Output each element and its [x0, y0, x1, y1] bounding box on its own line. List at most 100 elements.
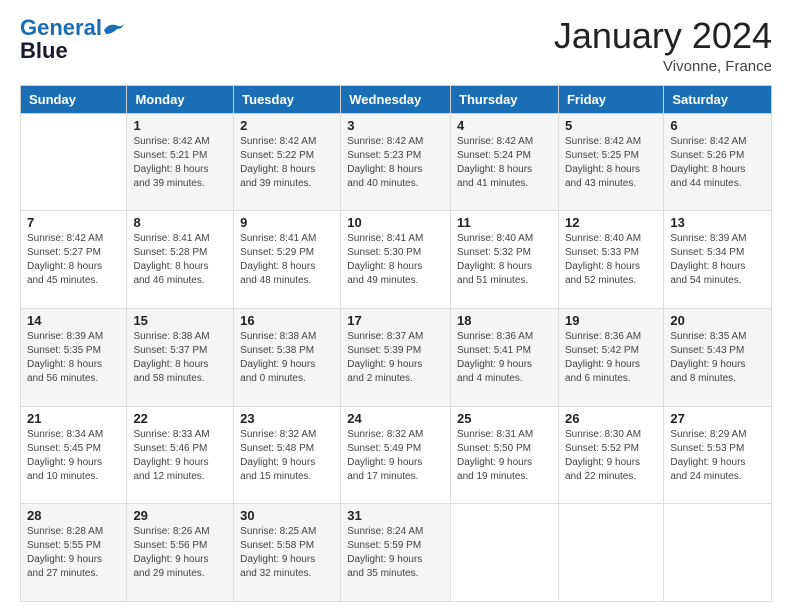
calendar-cell: 12 Sunrise: 8:40 AM Sunset: 5:33 PM Dayli… [558, 211, 663, 309]
week-row-5: 28 Sunrise: 8:28 AM Sunset: 5:55 PM Dayli… [21, 504, 772, 602]
weekday-header-thursday: Thursday [451, 85, 559, 113]
day-number: 20 [670, 313, 765, 328]
calendar-cell: 14 Sunrise: 8:39 AM Sunset: 5:35 PM Dayli… [21, 308, 127, 406]
page: General Blue January 2024 Vivonne, Franc… [0, 0, 792, 612]
calendar-cell: 3Sunrise: 8:42 AM Sunset: 5:23 PM Daylig… [341, 113, 451, 211]
day-number: 21 [27, 411, 120, 426]
day-number: 25 [457, 411, 552, 426]
calendar-cell: 1 Sunrise: 8:42 AM Sunset: 5:21 PM Daylig… [127, 113, 234, 211]
calendar-cell: 27 Sunrise: 8:29 AM Sunset: 5:53 PM Dayli… [664, 406, 772, 504]
calendar-cell: 8Sunrise: 8:41 AM Sunset: 5:28 PM Daylig… [127, 211, 234, 309]
calendar-cell [558, 504, 663, 602]
day-number: 31 [347, 508, 444, 523]
day-number: 24 [347, 411, 444, 426]
day-number: 1 [133, 118, 227, 133]
calendar-cell: 4 Sunrise: 8:42 AM Sunset: 5:24 PM Daylig… [451, 113, 559, 211]
day-info: Sunrise: 8:42 AM Sunset: 5:24 PM Dayligh… [457, 135, 552, 191]
weekday-header-tuesday: Tuesday [234, 85, 341, 113]
location: Vivonne, France [554, 58, 772, 75]
calendar-cell: 30 Sunrise: 8:25 AM Sunset: 5:58 PM Dayli… [234, 504, 341, 602]
day-info: Sunrise: 8:35 AM Sunset: 5:43 PM Dayligh… [670, 330, 765, 386]
day-number: 16 [240, 313, 334, 328]
day-number: 8 [133, 215, 227, 230]
day-info: Sunrise: 8:40 AM Sunset: 5:33 PM Dayligh… [565, 232, 657, 288]
day-number: 3 [347, 118, 444, 133]
day-info: Sunrise: 8:39 AM Sunset: 5:35 PM Dayligh… [27, 330, 120, 386]
day-info: Sunrise: 8:30 AM Sunset: 5:52 PM Dayligh… [565, 428, 657, 484]
calendar-cell: 16 Sunrise: 8:38 AM Sunset: 5:38 PM Dayli… [234, 308, 341, 406]
calendar-cell: 25 Sunrise: 8:31 AM Sunset: 5:50 PM Dayli… [451, 406, 559, 504]
day-info: Sunrise: 8:34 AM Sunset: 5:45 PM Dayligh… [27, 428, 120, 484]
calendar-cell: 10 Sunrise: 8:41 AM Sunset: 5:30 PM Dayli… [341, 211, 451, 309]
day-number: 22 [133, 411, 227, 426]
calendar-cell: 5Sunrise: 8:42 AM Sunset: 5:25 PM Daylig… [558, 113, 663, 211]
day-number: 23 [240, 411, 334, 426]
day-info: Sunrise: 8:38 AM Sunset: 5:37 PM Dayligh… [133, 330, 227, 386]
calendar-cell: 26 Sunrise: 8:30 AM Sunset: 5:52 PM Dayli… [558, 406, 663, 504]
day-number: 15 [133, 313, 227, 328]
weekday-header-sunday: Sunday [21, 85, 127, 113]
calendar-cell: 11Sunrise: 8:40 AM Sunset: 5:32 PM Dayli… [451, 211, 559, 309]
day-info: Sunrise: 8:24 AM Sunset: 5:59 PM Dayligh… [347, 525, 444, 581]
day-info: Sunrise: 8:37 AM Sunset: 5:39 PM Dayligh… [347, 330, 444, 386]
day-info: Sunrise: 8:42 AM Sunset: 5:22 PM Dayligh… [240, 135, 334, 191]
day-info: Sunrise: 8:38 AM Sunset: 5:38 PM Dayligh… [240, 330, 334, 386]
day-info: Sunrise: 8:26 AM Sunset: 5:56 PM Dayligh… [133, 525, 227, 581]
day-number: 2 [240, 118, 334, 133]
weekday-header-wednesday: Wednesday [341, 85, 451, 113]
calendar-cell: 19Sunrise: 8:36 AM Sunset: 5:42 PM Dayli… [558, 308, 663, 406]
weekday-header-saturday: Saturday [664, 85, 772, 113]
calendar-cell: 13 Sunrise: 8:39 AM Sunset: 5:34 PM Dayli… [664, 211, 772, 309]
day-info: Sunrise: 8:41 AM Sunset: 5:29 PM Dayligh… [240, 232, 334, 288]
day-info: Sunrise: 8:25 AM Sunset: 5:58 PM Dayligh… [240, 525, 334, 581]
weekday-header-row: SundayMondayTuesdayWednesdayThursdayFrid… [21, 85, 772, 113]
day-number: 4 [457, 118, 552, 133]
day-number: 10 [347, 215, 444, 230]
day-info: Sunrise: 8:36 AM Sunset: 5:42 PM Dayligh… [565, 330, 657, 386]
title-block: January 2024 Vivonne, France [554, 16, 772, 75]
day-info: Sunrise: 8:41 AM Sunset: 5:30 PM Dayligh… [347, 232, 444, 288]
day-info: Sunrise: 8:36 AM Sunset: 5:41 PM Dayligh… [457, 330, 552, 386]
calendar-cell: 9 Sunrise: 8:41 AM Sunset: 5:29 PM Daylig… [234, 211, 341, 309]
day-number: 11 [457, 215, 552, 230]
day-number: 14 [27, 313, 120, 328]
day-number: 17 [347, 313, 444, 328]
day-number: 9 [240, 215, 334, 230]
day-number: 27 [670, 411, 765, 426]
day-info: Sunrise: 8:42 AM Sunset: 5:26 PM Dayligh… [670, 135, 765, 191]
day-info: Sunrise: 8:28 AM Sunset: 5:55 PM Dayligh… [27, 525, 120, 581]
day-number: 5 [565, 118, 657, 133]
day-number: 18 [457, 313, 552, 328]
calendar-cell: 20 Sunrise: 8:35 AM Sunset: 5:43 PM Dayli… [664, 308, 772, 406]
calendar-cell: 22 Sunrise: 8:33 AM Sunset: 5:46 PM Dayli… [127, 406, 234, 504]
day-number: 13 [670, 215, 765, 230]
day-number: 7 [27, 215, 120, 230]
calendar-cell: 7 Sunrise: 8:42 AM Sunset: 5:27 PM Daylig… [21, 211, 127, 309]
day-info: Sunrise: 8:31 AM Sunset: 5:50 PM Dayligh… [457, 428, 552, 484]
calendar-cell: 18 Sunrise: 8:36 AM Sunset: 5:41 PM Dayli… [451, 308, 559, 406]
day-number: 28 [27, 508, 120, 523]
day-info: Sunrise: 8:32 AM Sunset: 5:48 PM Dayligh… [240, 428, 334, 484]
day-info: Sunrise: 8:33 AM Sunset: 5:46 PM Dayligh… [133, 428, 227, 484]
weekday-header-friday: Friday [558, 85, 663, 113]
calendar-cell: 21 Sunrise: 8:34 AM Sunset: 5:45 PM Dayli… [21, 406, 127, 504]
calendar-cell: 29Sunrise: 8:26 AM Sunset: 5:56 PM Dayli… [127, 504, 234, 602]
calendar-cell: 17 Sunrise: 8:37 AM Sunset: 5:39 PM Dayli… [341, 308, 451, 406]
week-row-1: 1 Sunrise: 8:42 AM Sunset: 5:21 PM Daylig… [21, 113, 772, 211]
week-row-2: 7 Sunrise: 8:42 AM Sunset: 5:27 PM Daylig… [21, 211, 772, 309]
calendar-cell: 31 Sunrise: 8:24 AM Sunset: 5:59 PM Dayli… [341, 504, 451, 602]
weekday-header-monday: Monday [127, 85, 234, 113]
calendar-cell: 23 Sunrise: 8:32 AM Sunset: 5:48 PM Dayli… [234, 406, 341, 504]
month-title: January 2024 [554, 16, 772, 56]
day-info: Sunrise: 8:39 AM Sunset: 5:34 PM Dayligh… [670, 232, 765, 288]
day-number: 30 [240, 508, 334, 523]
day-number: 26 [565, 411, 657, 426]
day-info: Sunrise: 8:42 AM Sunset: 5:27 PM Dayligh… [27, 232, 120, 288]
calendar-cell: 6Sunrise: 8:42 AM Sunset: 5:26 PM Daylig… [664, 113, 772, 211]
logo-general: General [20, 15, 102, 40]
week-row-3: 14 Sunrise: 8:39 AM Sunset: 5:35 PM Dayli… [21, 308, 772, 406]
day-info: Sunrise: 8:29 AM Sunset: 5:53 PM Dayligh… [670, 428, 765, 484]
day-info: Sunrise: 8:42 AM Sunset: 5:21 PM Dayligh… [133, 135, 227, 191]
calendar-cell: 28 Sunrise: 8:28 AM Sunset: 5:55 PM Dayli… [21, 504, 127, 602]
day-number: 12 [565, 215, 657, 230]
